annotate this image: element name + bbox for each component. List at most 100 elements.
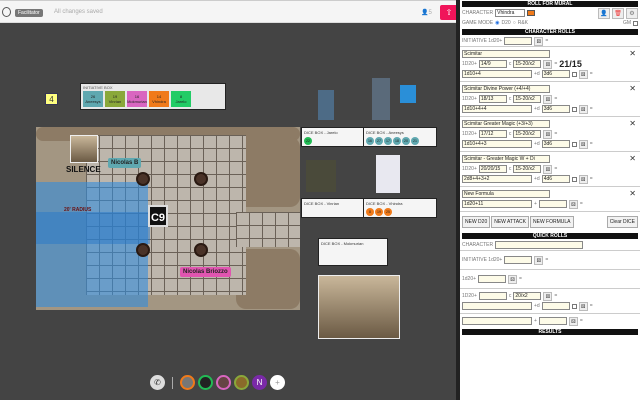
attack-bonus-input[interactable]: 17/12 (478, 130, 507, 138)
crit-range-input[interactable]: 15-20/x2 (513, 60, 542, 68)
collaborator-avatar-n[interactable]: N (252, 375, 267, 390)
quick-formula-mod[interactable] (538, 317, 567, 325)
trash-icon[interactable]: 🗑 (612, 7, 624, 19)
roll-die-icon[interactable]: ⚄ (568, 199, 578, 209)
attack-name-input[interactable]: Scimitar Divine Power (+4/+4) (462, 85, 550, 93)
quick-damage-input[interactable] (462, 302, 532, 310)
dice-box[interactable]: DICE BOX - Vinrian (301, 198, 365, 218)
new-d20-button[interactable]: NEW D20 (462, 216, 491, 228)
roll-die-icon[interactable]: ⚄ (534, 36, 544, 46)
close-icon[interactable]: ✕ (629, 119, 636, 128)
attack-bonus-input[interactable]: 14/9 (478, 60, 507, 68)
color-swatch[interactable] (527, 10, 536, 16)
roll-die-icon[interactable]: ⚄ (578, 69, 588, 79)
initiative-box[interactable]: INITIATIVE BOX 26 Aneesys 19 Vinrian 16 Mokmu… (80, 83, 226, 110)
quick-crit-input[interactable]: 20/x2 (513, 292, 542, 300)
roll-die-icon[interactable]: ⚄ (578, 174, 588, 184)
roll-die-icon[interactable]: ⚄ (534, 255, 544, 265)
initiative-chip[interactable]: 19 Vinrian (105, 91, 125, 107)
quick-extra-input[interactable] (541, 302, 570, 310)
quick-d20-input[interactable] (478, 275, 507, 283)
roll-die-icon[interactable]: ⚄ (543, 291, 553, 301)
radio-rk[interactable]: ○ (513, 20, 516, 26)
collaborator-avatar[interactable] (198, 375, 213, 390)
roll-die-icon[interactable]: ⚄ (543, 94, 553, 104)
gear-icon[interactable]: ⚙ (626, 7, 638, 19)
roll-die-icon[interactable]: ⚄ (543, 129, 553, 139)
checkbox[interactable] (571, 176, 577, 182)
extra-damage-input[interactable]: 3d6 (541, 70, 570, 78)
initiative-chip[interactable]: 14 Vhindra (149, 91, 169, 107)
damage-input[interactable]: 1d10+4+3 (462, 140, 532, 148)
checkbox[interactable] (571, 106, 577, 112)
user-count[interactable]: 👤5 (421, 9, 432, 16)
new-formula-button[interactable]: NEW FORMULA (530, 216, 574, 228)
add-collaborator-button[interactable]: + (270, 375, 285, 390)
dice-box[interactable]: DICE BOX - Mokmurian (318, 238, 388, 266)
radio-d20[interactable]: ◉ (495, 20, 499, 26)
timer-icon[interactable] (2, 7, 11, 17)
sticky-note[interactable]: 4 (45, 93, 58, 105)
crit-range-input[interactable]: 15-20/x2 (513, 165, 542, 173)
gm-checkbox[interactable] (633, 20, 638, 26)
formula-mod-input[interactable] (538, 200, 567, 208)
dungeon-map[interactable]: SILENCE 20' RADIUS C9 Nicolas B Nicolas … (36, 127, 300, 310)
roll-die-icon[interactable]: ⚄ (543, 59, 553, 69)
mokmurian-token[interactable] (70, 135, 98, 163)
crit-range-input[interactable]: 15-20/x2 (513, 95, 542, 103)
collaborator-avatar[interactable] (234, 375, 249, 390)
close-icon[interactable]: ✕ (629, 154, 636, 163)
initiative-input[interactable] (504, 37, 533, 45)
roll-die-icon[interactable]: ⚄ (543, 164, 553, 174)
attack-name-input[interactable]: Scimitar - Greater Magic W + Di (462, 155, 550, 163)
silence-area[interactable] (36, 182, 148, 307)
attack-name-input[interactable]: Scimitar Greater Magic (+3/+3) (462, 120, 550, 128)
vinrian-figure[interactable] (306, 160, 336, 192)
formula-input[interactable]: 1d20+11 (462, 200, 532, 208)
roll-die-icon[interactable]: ⚄ (578, 104, 588, 114)
aneesys-figure[interactable] (318, 90, 334, 120)
phone-icon[interactable]: ✆ (150, 375, 165, 390)
close-icon[interactable]: ✕ (629, 189, 636, 198)
damage-input[interactable]: 1d10+4 (462, 70, 532, 78)
quick-attack-input[interactable] (478, 292, 507, 300)
clear-dice-button[interactable]: Clear DICE (606, 216, 638, 228)
cleric-figure[interactable] (372, 78, 390, 120)
add-user-icon[interactable]: 👤 (598, 7, 610, 19)
roll-die-icon[interactable]: ⚄ (508, 274, 518, 284)
attack-bonus-input[interactable]: 20/20/15 (478, 165, 507, 173)
new-attack-button[interactable]: NEW ATTACK (491, 216, 529, 228)
dice-box[interactable]: DICE BOX - Aneesys 16 27 17 18 20 21 (363, 127, 437, 147)
extra-damage-input[interactable]: 3d6 (541, 140, 570, 148)
checkbox[interactable] (571, 71, 577, 77)
attack-bonus-input[interactable]: 18/13 (478, 95, 507, 103)
blue-sticky[interactable] (400, 85, 416, 103)
initiative-chip[interactable]: 16 Mokmurian (127, 91, 147, 107)
damage-input[interactable]: 2d8+4+3+2 (462, 175, 532, 183)
collaborator-avatar[interactable] (216, 375, 231, 390)
roll-die-icon[interactable]: ⚄ (578, 301, 588, 311)
formula-name-input[interactable]: New Formula (462, 190, 550, 198)
roll-die-icon[interactable]: ⚄ (568, 316, 578, 326)
dice-box[interactable]: DICE BOX - Vhindra 8 19 25 (363, 198, 437, 218)
quick-initiative-input[interactable] (504, 256, 533, 264)
initiative-chip[interactable]: 26 Aneesys (83, 91, 103, 107)
vhindra-figure[interactable] (376, 155, 400, 193)
checkbox[interactable] (571, 303, 577, 309)
character-select[interactable]: Vhindra (495, 9, 526, 17)
crit-range-input[interactable]: 15-20/x2 (513, 130, 542, 138)
roll-die-icon[interactable]: ⚄ (578, 139, 588, 149)
attack-name-input[interactable]: Scimitar (462, 50, 550, 58)
checkbox[interactable] (571, 141, 577, 147)
close-icon[interactable]: ✕ (629, 49, 636, 58)
damage-input[interactable]: 1d10+4+4 (462, 105, 532, 113)
facilitator-badge[interactable]: Facilitator (15, 9, 43, 17)
initiative-chip[interactable]: 8 Jarelo (171, 91, 191, 107)
extra-damage-input[interactable]: 3d6 (541, 105, 570, 113)
extra-damage-input[interactable]: 4d6 (541, 175, 570, 183)
quick-character-input[interactable] (495, 241, 584, 249)
close-icon[interactable]: ✕ (629, 84, 636, 93)
collaborator-avatar[interactable] (180, 375, 195, 390)
dice-box[interactable]: DICE BOX - Jarelo 22 (301, 127, 365, 147)
quick-formula-input[interactable] (462, 317, 532, 325)
